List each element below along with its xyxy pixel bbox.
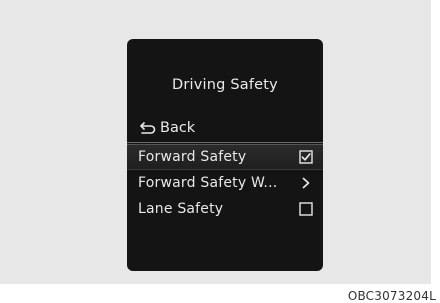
back-label: Back xyxy=(160,120,196,136)
checkbox-checked-icon[interactable] xyxy=(299,150,313,164)
menu-item-label: Forward Safety xyxy=(138,149,247,165)
menu-list: Forward Safety Forward Safety W... Lane … xyxy=(127,144,323,222)
cluster-display: Driving Safety Back Forward Safety Forwa… xyxy=(127,39,323,271)
checkbox-empty-icon[interactable] xyxy=(299,202,313,216)
back-button[interactable]: Back xyxy=(139,119,195,137)
return-arrow-icon xyxy=(140,122,156,134)
figure-code: OBC3073204L xyxy=(347,289,436,303)
menu-item-label: Lane Safety xyxy=(138,201,224,217)
divider xyxy=(127,142,323,143)
menu-item-forward-safety[interactable]: Forward Safety xyxy=(127,144,323,170)
menu-item-forward-safety-warning[interactable]: Forward Safety W... xyxy=(127,170,323,196)
menu-item-label: Forward Safety W... xyxy=(138,175,278,191)
menu-item-lane-safety[interactable]: Lane Safety xyxy=(127,196,323,222)
chevron-right-icon xyxy=(302,177,310,189)
screen-title: Driving Safety xyxy=(172,77,278,93)
